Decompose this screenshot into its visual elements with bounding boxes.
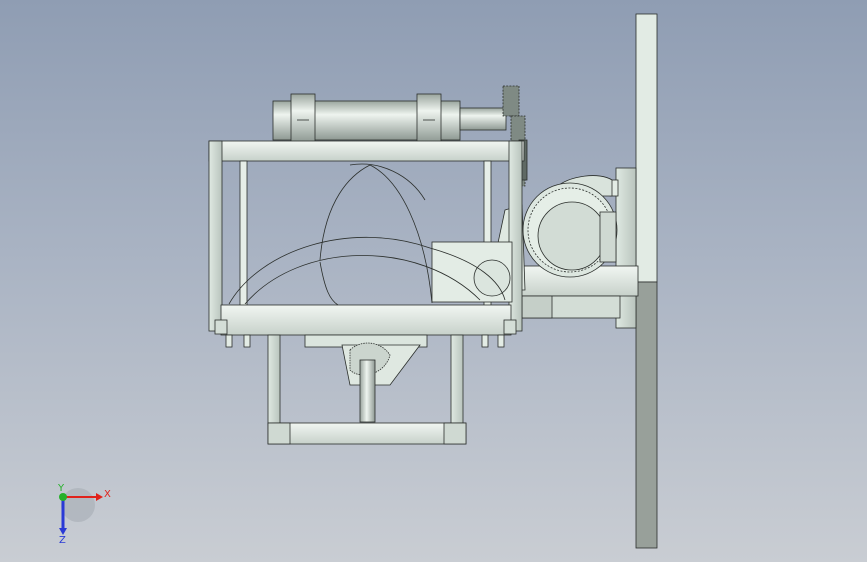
lower-housing[interactable] [267,334,467,445]
z-axis-label: Z [59,535,66,546]
assembly-model[interactable]: X Y Z [0,0,867,562]
large-drive-gear[interactable] [522,182,618,278]
x-axis-label: X [104,489,111,500]
cad-viewport[interactable]: X Y Z [0,0,867,562]
y-axis-label: Y [57,483,65,494]
triad-disc [61,488,95,522]
y-axis-dot [59,493,67,501]
mounting-plate[interactable] [635,13,658,549]
top-cylinder[interactable] [272,93,507,143]
axis-triad: X Y Z [57,483,111,546]
